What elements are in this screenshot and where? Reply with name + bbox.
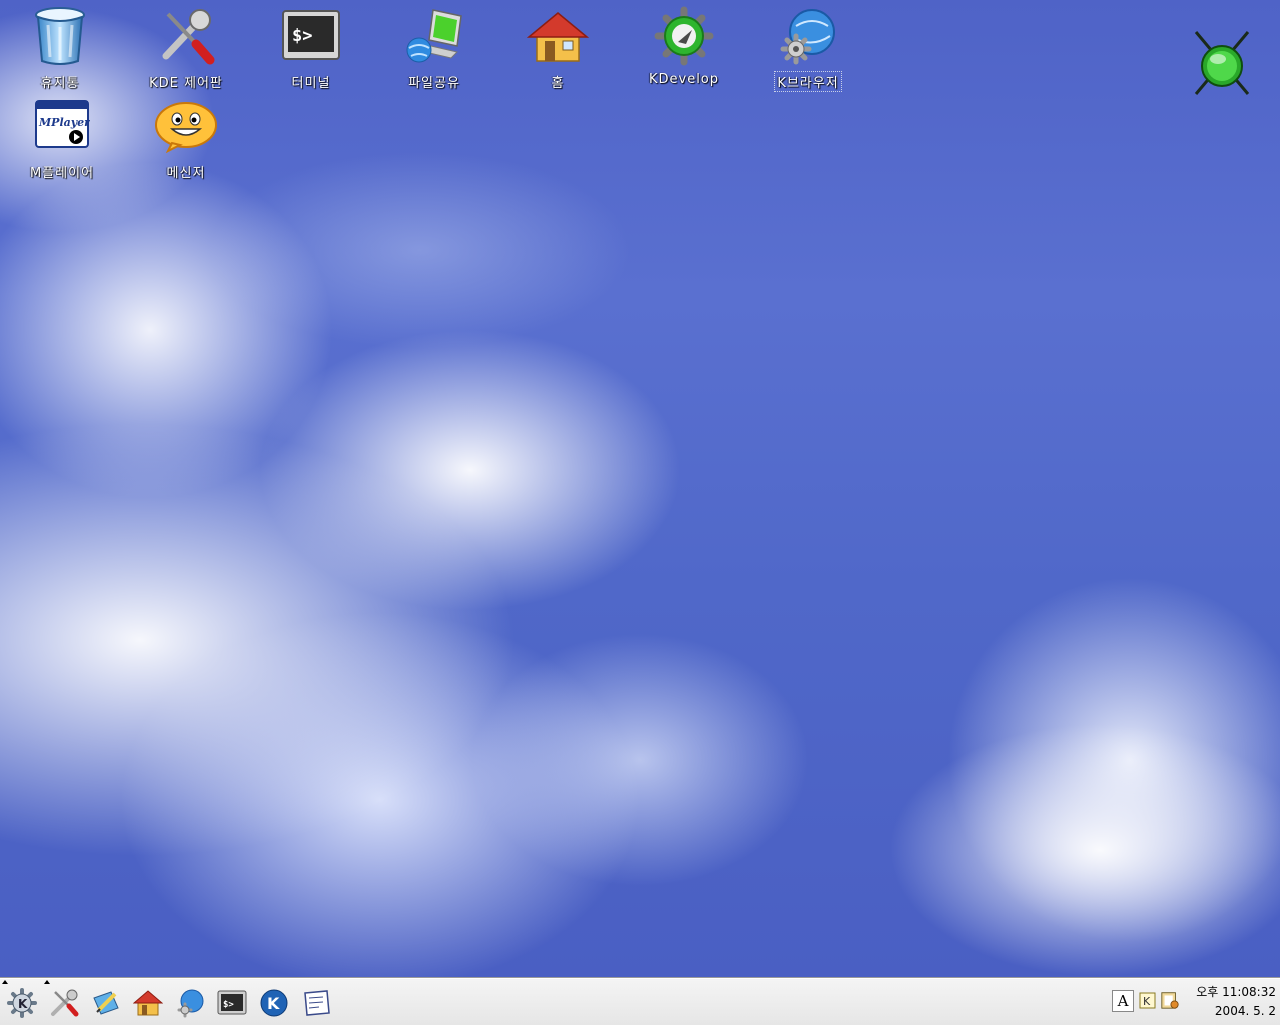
desktop-icon-label: 홈	[551, 76, 565, 91]
desktop-icon-label: 메신저	[166, 166, 206, 181]
home-launcher[interactable]	[132, 987, 164, 1019]
clipboard-icon	[1161, 992, 1179, 1009]
desktop-icon-label: 터미널	[291, 76, 331, 91]
svg-text:$>: $>	[223, 1000, 234, 1010]
clipboard-tray-item[interactable]	[1160, 990, 1180, 1010]
network-computer-icon	[402, 4, 466, 68]
clock-date: 2004. 5. 2	[1214, 1004, 1276, 1018]
desktop-icon-messenger[interactable]: 메신저	[138, 94, 234, 184]
svg-text:K: K	[1143, 995, 1151, 1008]
desktop-icon-label: 파일공유	[408, 76, 460, 91]
kdevelop-gear-icon	[652, 4, 716, 68]
desktop-icon-terminal[interactable]: $> 터미널	[263, 4, 359, 94]
keyboard-layout-indicator[interactable]: K	[1138, 990, 1158, 1010]
svg-text:K: K	[267, 994, 280, 1013]
desktop-background: 휴지통 KDE 제어판 $> 터미널 파일공유 홈 KDevelop K브라우저…	[0, 0, 1280, 978]
trash-icon	[28, 4, 92, 68]
desktop-icon-label: K브라우저	[774, 71, 842, 92]
terminal-launcher[interactable]: $>	[216, 987, 248, 1019]
input-method-indicator[interactable]: A	[1112, 990, 1134, 1012]
svg-text:K: K	[18, 997, 28, 1011]
control-center-launcher[interactable]	[48, 987, 80, 1019]
input-method-label: A	[1117, 992, 1129, 1010]
home-launcher-icon	[133, 990, 163, 1016]
desktop-icon-kde-control-center[interactable]: KDE 제어판	[138, 4, 234, 94]
kde-menu-icon: K	[7, 988, 37, 1018]
browser-launcher-icon	[177, 989, 204, 1018]
clock[interactable]: 오후 11:08:32 2004. 5. 2	[1194, 983, 1276, 1021]
desktop-icon-kdevelop[interactable]: KDevelop	[636, 4, 732, 94]
desktop-icon-home[interactable]: 홈	[510, 4, 606, 94]
wrench-screwdriver-icon	[154, 4, 218, 68]
kde-panel-taskbar: K $> K A K 오후 11:08:32 2004. 5. 2	[0, 978, 1280, 1025]
svg-text:$>: $>	[292, 26, 312, 46]
mplayer-icon: MPlayer	[30, 94, 94, 158]
kde-logo-launcher-icon: K	[260, 989, 288, 1017]
panel-hide-arrow-icon[interactable]	[44, 980, 50, 984]
desktop-icon-label: KDevelop	[648, 72, 720, 87]
terminal-icon: $>	[279, 4, 343, 68]
desktop-icon-label: M플레이어	[29, 166, 95, 181]
keyboard-indicator-icon: K	[1139, 992, 1156, 1009]
kde-menu-button[interactable]: K	[6, 987, 38, 1019]
terminal-launcher-icon: $>	[217, 990, 247, 1015]
mplayer-logo-text: MPlayer	[38, 116, 90, 129]
notes-launcher[interactable]	[300, 987, 332, 1019]
desktop-icon-label: KDE 제어판	[149, 76, 223, 91]
kde-logo-launcher[interactable]: K	[258, 987, 290, 1019]
editor-launcher-icon	[93, 991, 119, 1015]
desktop-icon-file-sharing[interactable]: 파일공유	[386, 4, 482, 94]
desktop-icon-label: 휴지통	[40, 76, 80, 91]
desktop-icon-trash[interactable]: 휴지통	[12, 4, 108, 94]
panel-hide-arrow-icon[interactable]	[2, 980, 8, 984]
green-orb-icon[interactable]	[1192, 30, 1252, 96]
desktop-icon-kbrowser[interactable]: K브라우저	[760, 4, 856, 94]
clock-time: 오후 11:08:32	[1196, 985, 1276, 999]
control-center-launcher-icon	[51, 989, 79, 1017]
notes-launcher-icon	[304, 990, 330, 1016]
editor-launcher[interactable]	[90, 987, 122, 1019]
smiley-speech-bubble-icon	[154, 94, 218, 158]
browser-launcher[interactable]	[174, 987, 206, 1019]
desktop-icon-mplayer[interactable]: MPlayer M플레이어	[14, 94, 110, 184]
browser-globe-gear-icon	[776, 4, 840, 68]
house-icon	[526, 4, 590, 68]
